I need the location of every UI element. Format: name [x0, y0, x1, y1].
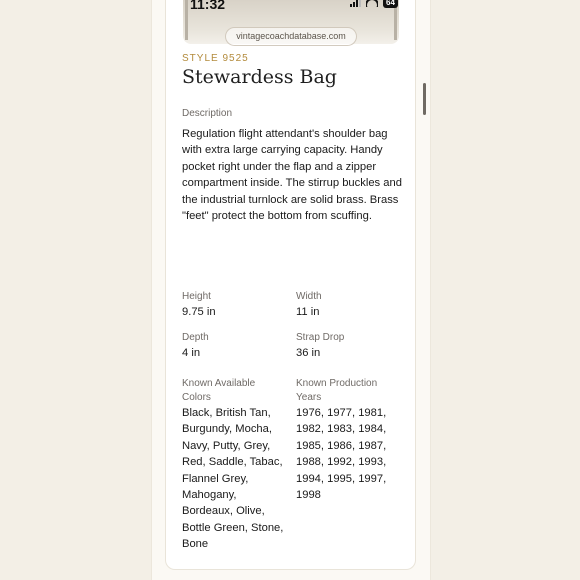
battery-icon: 64 — [383, 0, 398, 8]
status-time: 11:32 — [190, 0, 226, 12]
style-number: STYLE 9525 — [182, 53, 249, 64]
depth-value: 4 in — [182, 347, 201, 359]
url-bar[interactable]: vintagecoachdatabase.com — [225, 27, 357, 46]
description-text: Regulation flight attendant's shoulder b… — [182, 128, 402, 223]
depth-label: Depth — [182, 332, 209, 343]
page-title: Stewardess Bag — [182, 66, 337, 88]
width-value: 11 in — [296, 306, 320, 318]
photo-edge — [185, 0, 188, 40]
description-label: Description — [182, 108, 233, 119]
colors-value: Black, British Tan, Burgundy, Mocha, Nav… — [182, 407, 284, 551]
signal-icon — [350, 0, 361, 7]
width-label: Width — [296, 291, 322, 302]
height-label: Height — [182, 291, 211, 302]
years-label: Known Production Years — [296, 378, 378, 403]
wifi-icon — [366, 0, 378, 7]
strap-drop-label: Strap Drop — [296, 332, 345, 343]
height-value: 9.75 in — [182, 306, 216, 318]
strap-drop-value: 36 in — [296, 347, 321, 359]
years-value: 1976, 1977, 1981, 1982, 1983, 1984, 1985… — [296, 407, 387, 502]
scrollbar[interactable] — [423, 83, 426, 115]
colors-label: Known Available Colors — [182, 378, 256, 403]
status-icons: 64 — [350, 0, 398, 10]
